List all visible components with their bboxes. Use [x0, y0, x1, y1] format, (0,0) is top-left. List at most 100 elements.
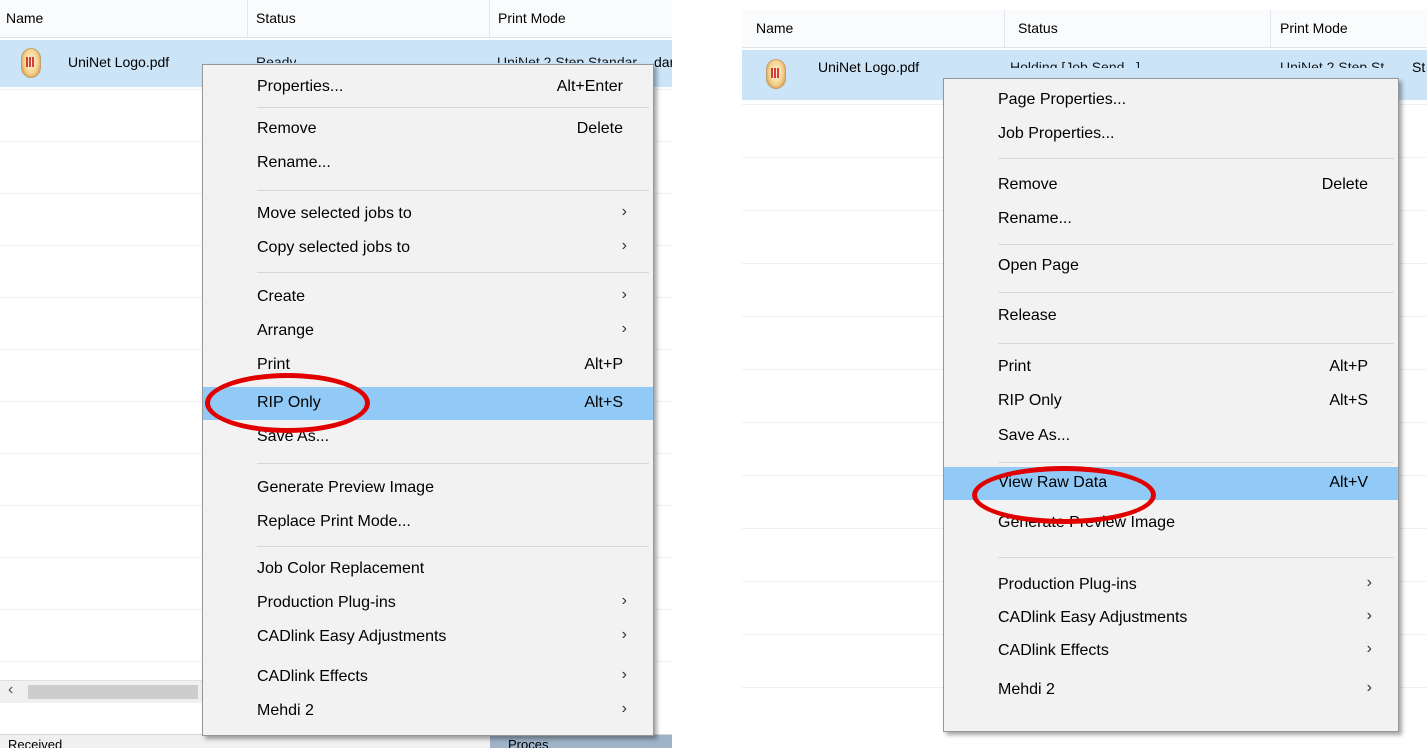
chevron-right-icon: ›	[621, 700, 627, 717]
menu-item-label: Print	[257, 356, 290, 373]
menu-item-label: Save As...	[998, 427, 1071, 444]
job-status: Holding [Job Send...]	[1010, 59, 1140, 68]
chevron-right-icon: ›	[1366, 574, 1372, 591]
menu-item-generate-preview-image[interactable]: Generate Preview Image	[203, 472, 653, 505]
menu-item-rip-only[interactable]: RIP Only Alt+S	[944, 385, 1398, 418]
menu-item-shortcut: Alt+S	[584, 394, 623, 411]
menu-item-production-plug-ins[interactable]: Production Plug-ins ›	[944, 569, 1398, 602]
job-print-mode-visible-tail: St	[1412, 59, 1426, 75]
menu-item-properties[interactable]: Properties... Alt+Enter	[203, 71, 653, 104]
menu-item-cadlink-effects[interactable]: CADlink Effects ›	[203, 661, 653, 694]
menu-item-job-color-replacement[interactable]: Job Color Replacement	[203, 553, 653, 586]
menu-item-mehdi-2[interactable]: Mehdi 2 ›	[944, 674, 1398, 707]
menu-item-label: Page Properties...	[998, 91, 1127, 108]
menu-item-remove[interactable]: Remove Delete	[203, 113, 653, 146]
menu-item-mehdi-2[interactable]: Mehdi 2 ›	[203, 695, 653, 728]
status-bar: Received Proces	[0, 734, 672, 748]
menu-item-create[interactable]: Create ›	[203, 281, 653, 314]
menu-item-label: Generate Preview Image	[257, 479, 434, 496]
menu-separator	[257, 272, 649, 273]
menu-item-label: Remove	[257, 120, 317, 137]
menu-separator	[257, 546, 649, 547]
menu-item-job-properties[interactable]: Job Properties...	[944, 118, 1398, 151]
column-divider[interactable]	[1004, 10, 1005, 47]
menu-item-label: Mehdi 2	[998, 681, 1055, 698]
menu-separator	[257, 190, 649, 191]
job-print-mode: UniNet 2 Step St	[1280, 59, 1385, 68]
column-status[interactable]: Status	[1012, 10, 1058, 47]
menu-separator	[998, 462, 1394, 463]
menu-item-label: Arrange	[257, 322, 314, 339]
menu-item-label: Release	[998, 307, 1057, 324]
column-status[interactable]: Status	[250, 0, 296, 37]
menu-item-label: Job Properties...	[998, 125, 1115, 142]
menu-item-page-properties[interactable]: Page Properties...	[944, 84, 1398, 117]
column-name[interactable]: Name	[0, 0, 43, 37]
chevron-right-icon: ›	[621, 320, 627, 337]
menu-item-production-plug-ins[interactable]: Production Plug-ins ›	[203, 587, 653, 620]
menu-item-label: Open Page	[998, 257, 1079, 274]
menu-item-shortcut: Alt+P	[1329, 358, 1368, 375]
pdf-logo-icon	[766, 59, 786, 89]
menu-separator	[257, 463, 649, 464]
annotation-circle	[972, 466, 1156, 524]
menu-item-label: Remove	[998, 176, 1058, 193]
menu-item-arrange[interactable]: Arrange ›	[203, 315, 653, 348]
menu-item-label: Job Color Replacement	[257, 560, 425, 577]
status-process-cell: Proces	[490, 735, 672, 748]
menu-separator	[998, 292, 1394, 293]
menu-item-label: Print	[998, 358, 1031, 375]
menu-item-release[interactable]: Release	[944, 300, 1398, 333]
chevron-right-icon: ›	[1366, 640, 1372, 657]
column-divider[interactable]	[247, 0, 248, 37]
menu-item-cadlink-easy-adjustments[interactable]: CADlink Easy Adjustments ›	[203, 621, 653, 654]
job-name: UniNet Logo.pdf	[818, 59, 920, 75]
scrollbar-thumb[interactable]	[28, 685, 198, 699]
chevron-right-icon: ›	[621, 203, 627, 220]
menu-item-label: Production Plug-ins	[257, 594, 396, 611]
column-divider[interactable]	[1270, 10, 1271, 47]
menu-item-move-selected-jobs-to[interactable]: Move selected jobs to ›	[203, 198, 653, 231]
menu-item-label: CADlink Effects	[998, 642, 1109, 659]
horizontal-scrollbar[interactable]: ‹	[0, 680, 210, 703]
menu-separator	[998, 557, 1394, 558]
menu-item-shortcut: Delete	[1321, 176, 1368, 193]
menu-item-print[interactable]: Print Alt+P	[944, 351, 1398, 384]
menu-item-label: CADlink Easy Adjustments	[257, 628, 447, 645]
menu-item-remove[interactable]: Remove Delete	[944, 169, 1398, 202]
menu-item-open-page[interactable]: Open Page	[944, 250, 1398, 283]
menu-item-label: Rename...	[998, 210, 1072, 227]
menu-item-label: Replace Print Mode...	[257, 513, 411, 530]
chevron-right-icon: ›	[621, 666, 627, 683]
menu-separator	[998, 158, 1394, 159]
menu-item-rename[interactable]: Rename...	[203, 147, 653, 180]
chevron-right-icon: ›	[621, 286, 627, 303]
column-header: Name Status Print Mode	[742, 10, 1427, 48]
menu-item-cadlink-effects[interactable]: CADlink Effects ›	[944, 635, 1398, 668]
column-name[interactable]: Name	[750, 10, 793, 47]
menu-item-label: Rename...	[257, 154, 331, 171]
column-divider[interactable]	[489, 0, 490, 37]
job-name: UniNet Logo.pdf	[68, 54, 170, 70]
menu-item-label: RIP Only	[998, 392, 1062, 409]
menu-item-label: Production Plug-ins	[998, 576, 1137, 593]
menu-item-replace-print-mode[interactable]: Replace Print Mode...	[203, 506, 653, 539]
chevron-right-icon: ›	[621, 592, 627, 609]
menu-item-copy-selected-jobs-to[interactable]: Copy selected jobs to ›	[203, 232, 653, 265]
menu-separator	[998, 244, 1394, 245]
status-process: Proces	[508, 737, 549, 748]
status-received: Received	[8, 737, 63, 748]
menu-item-cadlink-easy-adjustments[interactable]: CADlink Easy Adjustments ›	[944, 602, 1398, 635]
chevron-left-icon[interactable]: ‹	[8, 681, 13, 699]
menu-item-save-as[interactable]: Save As...	[944, 420, 1398, 453]
job-status: Ready	[256, 54, 297, 63]
column-print-mode[interactable]: Print Mode	[1274, 10, 1348, 47]
menu-item-label: Create	[257, 288, 306, 305]
menu-item-shortcut: Alt+S	[1329, 392, 1368, 409]
menu-item-shortcut: Alt+P	[584, 356, 623, 373]
menu-item-label: Properties...	[257, 78, 344, 95]
job-print-mode-visible-tail: dar	[654, 54, 672, 70]
column-print-mode[interactable]: Print Mode	[492, 0, 566, 37]
menu-item-shortcut: Delete	[576, 120, 623, 137]
menu-item-rename[interactable]: Rename...	[944, 203, 1398, 236]
